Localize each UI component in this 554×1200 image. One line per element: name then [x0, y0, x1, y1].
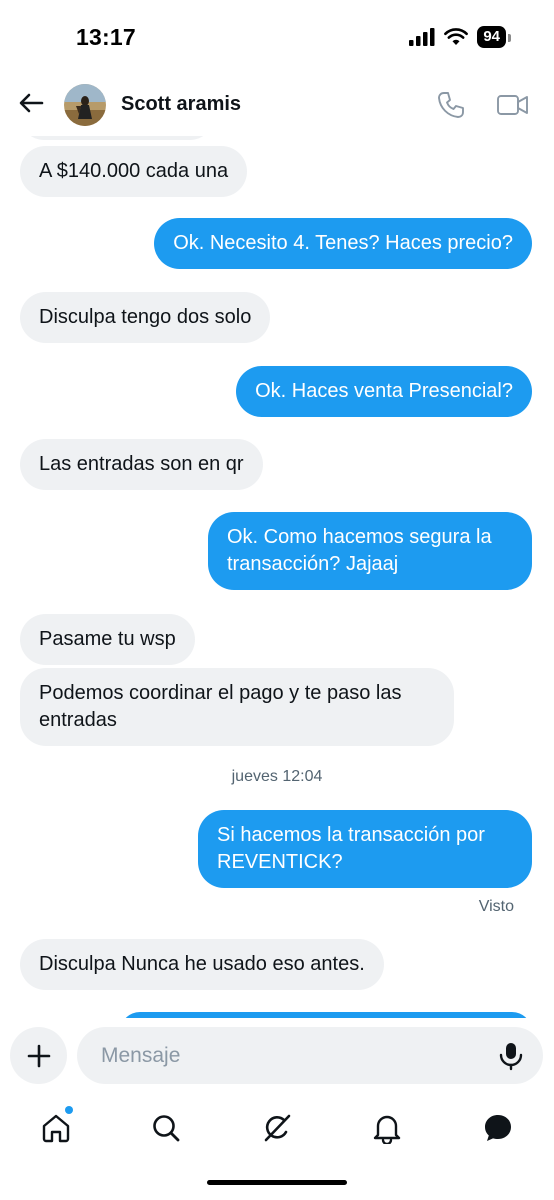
battery-level: 94: [477, 26, 511, 48]
seen-label: Visto: [478, 898, 514, 915]
message-bubble-outgoing[interactable]: Ok. Haces venta Presencial?: [236, 366, 532, 417]
message-bubble-incoming[interactable]: Disculpa Nunca he usado eso antes.: [20, 939, 384, 990]
message-bubble-incoming[interactable]: Pasame tu wsp: [20, 614, 195, 665]
message-input-container[interactable]: [77, 1027, 543, 1084]
message-bubble-outgoing[interactable]: Ok. Necesito 4. Tenes? Haces precio?: [154, 218, 532, 269]
contact-name[interactable]: Scott aramis: [121, 93, 241, 116]
nav-grok[interactable]: [257, 1108, 297, 1148]
nav-messages[interactable]: [478, 1108, 518, 1148]
message-bubble-incoming[interactable]: Las entradas son en qr: [20, 439, 263, 490]
message-bubble-partial: [20, 136, 214, 140]
home-indicator: [207, 1180, 347, 1185]
notification-dot: [65, 1106, 73, 1114]
add-attachment-button[interactable]: [10, 1027, 67, 1084]
time-divider: jueves 12:04: [231, 768, 323, 785]
messages-icon: [485, 1115, 511, 1141]
wifi-icon: [444, 28, 469, 45]
phone-icon[interactable]: [436, 90, 466, 120]
microphone-icon[interactable]: [497, 1041, 525, 1071]
message-bubble-incoming[interactable]: Podemos coordinar el pago y te paso las …: [20, 668, 454, 746]
message-bubble-outgoing[interactable]: Ok. Como hacemos segura la transacción? …: [208, 512, 532, 590]
message-list[interactable]: A $140.000 cada una Ok. Necesito 4. Tene…: [0, 136, 554, 1018]
grok-icon: [264, 1114, 291, 1142]
back-arrow-icon[interactable]: [16, 88, 46, 118]
nav-search[interactable]: [146, 1108, 186, 1148]
nav-notifications[interactable]: [367, 1108, 407, 1148]
status-icons: 94: [409, 26, 511, 48]
plus-icon: [27, 1044, 50, 1067]
avatar[interactable]: [64, 84, 106, 126]
conversation-header: Scott aramis: [0, 72, 554, 136]
status-time: 13:17: [76, 24, 136, 50]
signal-icon: [409, 28, 435, 46]
status-bar: 13:17 94: [0, 0, 554, 72]
message-bubble-incoming[interactable]: A $140.000 cada una: [20, 146, 248, 197]
search-icon: [153, 1115, 180, 1142]
bottom-navigation: [0, 1094, 554, 1200]
message-input[interactable]: [99, 1042, 483, 1069]
message-bubble-incoming[interactable]: Disculpa tengo dos solo: [20, 292, 271, 343]
composer: [0, 1018, 554, 1094]
message-bubble-outgoing[interactable]: Si hacemos la transacción por REVENTICK?: [198, 810, 532, 888]
nav-home[interactable]: [36, 1106, 76, 1148]
bell-icon: [373, 1115, 401, 1144]
video-camera-icon[interactable]: [496, 90, 530, 120]
home-icon: [42, 1114, 70, 1143]
